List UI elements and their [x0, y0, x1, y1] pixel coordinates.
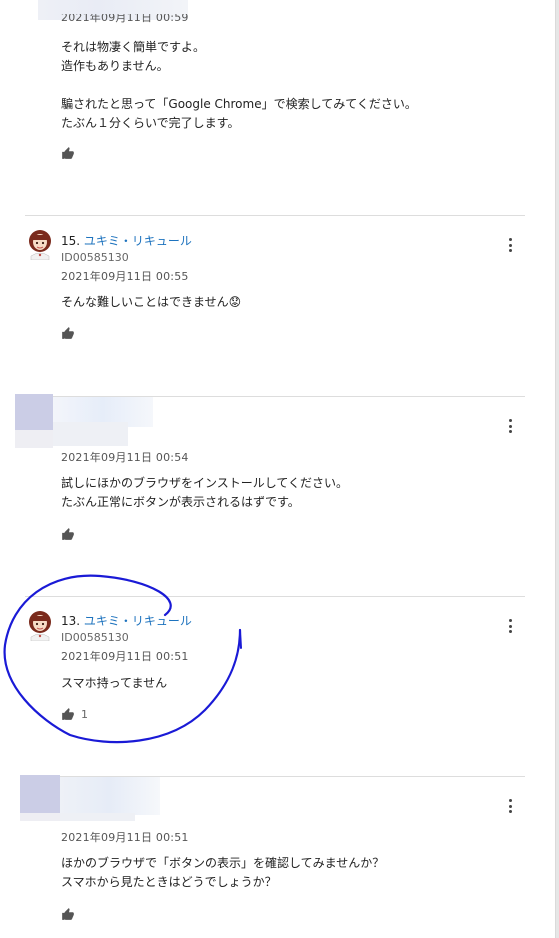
user-avatar-icon[interactable]	[26, 228, 54, 260]
annotation-circle	[3, 574, 242, 744]
vertical-dots-icon	[508, 419, 512, 422]
like-button[interactable]	[61, 146, 75, 160]
blurred-author-info	[60, 813, 135, 821]
thumbs-up-icon	[62, 908, 74, 920]
comment-post: 2021年09月11日 00:51 ほかのブラウザで「ボタンの表示」を確認してみ…	[0, 775, 540, 938]
blurred-author-info	[53, 422, 128, 446]
scrollbar[interactable]	[555, 0, 559, 938]
more-options-button[interactable]	[506, 619, 514, 633]
post-body: それは物凄く簡単ですよ。 造作もありません。 騙されたと思って「Google C…	[61, 40, 417, 130]
author-line: 15. ユキミ・リキュール	[61, 232, 192, 249]
like-button[interactable]	[61, 527, 75, 541]
post-body: ほかのブラウザで「ボタンの表示」を確認してみませんか？ スマホから見たときはどう…	[61, 856, 385, 889]
like-button[interactable]	[61, 326, 75, 340]
thumbs-up-icon	[62, 147, 74, 159]
thumbs-up-icon	[62, 528, 74, 540]
thumbs-up-icon	[62, 327, 74, 339]
user-id: ID00585130	[61, 251, 129, 264]
post-body: 試しにほかのブラウザをインストールしてください。 たぶん正常にボタンが表示される…	[61, 476, 349, 509]
vertical-dots-icon	[508, 619, 512, 622]
more-options-button[interactable]	[506, 238, 514, 252]
vertical-dots-icon	[508, 799, 512, 802]
more-options-button[interactable]	[506, 419, 514, 433]
blurred-author-info	[15, 394, 53, 430]
blurred-author-info	[15, 430, 53, 448]
comment-post: 2021年09月11日 00:59 それは物凄く簡単ですよ。 造作もありません。…	[0, 0, 540, 200]
post-body: そんな難しいことはできません😟	[61, 295, 242, 309]
like-button[interactable]	[61, 907, 75, 921]
vertical-dots-icon	[508, 238, 512, 241]
post-date: 2021年09月11日 00:51	[61, 831, 189, 844]
author-link[interactable]: ユキミ・リキュール	[84, 234, 192, 248]
blurred-author-info	[20, 813, 60, 821]
comment-post: 15. ユキミ・リキュール ID00585130 2021年09月11日 00:…	[0, 216, 540, 396]
more-options-button[interactable]	[506, 799, 514, 813]
blurred-author-info	[20, 775, 60, 813]
post-date: 2021年09月11日 00:55	[61, 270, 189, 283]
comment-post: 2021年09月11日 00:54 試しにほかのブラウザをインストールしてくださ…	[0, 394, 540, 596]
blurred-author-info	[60, 777, 160, 815]
comment-number: 15.	[61, 234, 81, 248]
post-date: 2021年09月11日 00:54	[61, 451, 189, 464]
